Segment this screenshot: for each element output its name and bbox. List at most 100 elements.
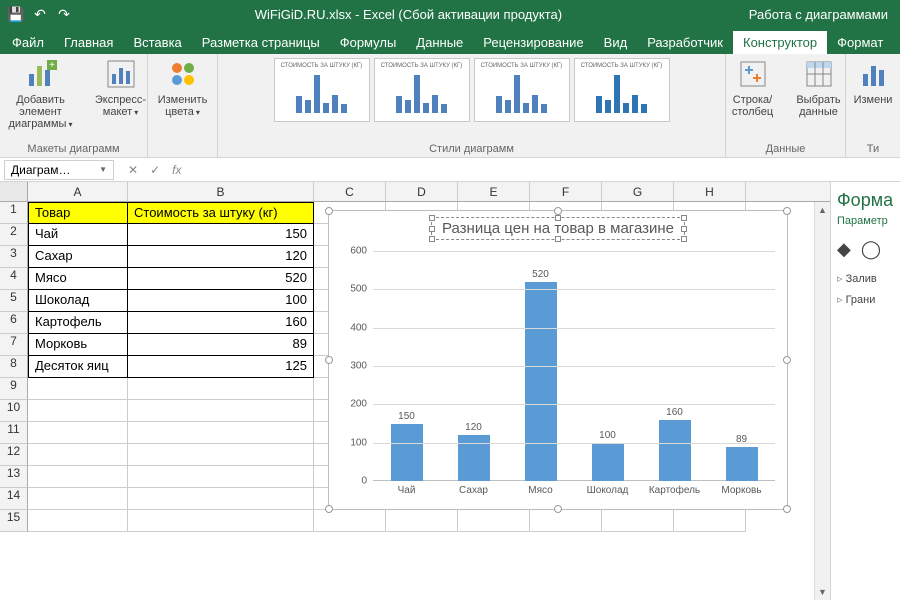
save-icon[interactable]: 💾 — [8, 6, 24, 22]
row-header[interactable]: 5 — [0, 290, 28, 312]
enter-icon[interactable]: ✓ — [150, 163, 160, 177]
tab-review[interactable]: Рецензирование — [473, 31, 593, 54]
cell[interactable] — [28, 378, 128, 400]
cell[interactable] — [28, 400, 128, 422]
row-header[interactable]: 1 — [0, 202, 28, 224]
tab-insert[interactable]: Вставка — [123, 31, 191, 54]
chart-bar[interactable] — [726, 447, 758, 481]
cell[interactable]: 89 — [128, 334, 314, 356]
col-header[interactable]: F — [530, 182, 602, 201]
cell[interactable]: Чай — [28, 224, 128, 246]
row-header[interactable]: 10 — [0, 400, 28, 422]
row-header[interactable]: 11 — [0, 422, 28, 444]
tab-file[interactable]: Файл — [2, 31, 54, 54]
row-header[interactable]: 15 — [0, 510, 28, 532]
effects-icon[interactable]: ◯ — [861, 239, 881, 260]
scroll-up-icon[interactable]: ▲ — [815, 202, 830, 218]
cell[interactable]: 150 — [128, 224, 314, 246]
chart-styles-gallery[interactable]: СТОИМОСТЬ ЗА ШТУКУ (КГ) СТОИМОСТЬ ЗА ШТУ… — [274, 58, 670, 122]
row-header[interactable]: 9 — [0, 378, 28, 400]
col-header[interactable]: D — [386, 182, 458, 201]
vertical-scrollbar[interactable]: ▲ ▼ — [814, 202, 830, 600]
cell[interactable] — [128, 378, 314, 400]
formula-input[interactable] — [197, 160, 900, 180]
name-box[interactable]: Диаграм…▼ — [4, 160, 114, 180]
cancel-icon[interactable]: ✕ — [128, 163, 138, 177]
select-all-corner[interactable] — [0, 182, 28, 201]
tab-design[interactable]: Конструктор — [733, 31, 827, 54]
chart-bar[interactable] — [391, 424, 423, 482]
cell[interactable]: Товар — [28, 202, 128, 224]
cell[interactable]: 125 — [128, 356, 314, 378]
tab-home[interactable]: Главная — [54, 31, 123, 54]
tab-data[interactable]: Данные — [406, 31, 473, 54]
col-header[interactable]: A — [28, 182, 128, 201]
scroll-down-icon[interactable]: ▼ — [815, 584, 830, 600]
task-item-fill[interactable]: Залив — [837, 272, 894, 285]
style-thumb-2[interactable]: СТОИМОСТЬ ЗА ШТУКУ (КГ) — [374, 58, 470, 122]
select-data-button[interactable]: Выбрать данные — [791, 58, 847, 118]
cell[interactable]: Десяток яиц — [28, 356, 128, 378]
change-chart-type-button[interactable]: Измени — [850, 58, 896, 106]
chart-bar[interactable] — [592, 443, 624, 481]
style-thumb-3[interactable]: СТОИМОСТЬ ЗА ШТУКУ (КГ) — [474, 58, 570, 122]
cell[interactable]: Стоимость за штуку (кг) — [128, 202, 314, 224]
col-header[interactable]: C — [314, 182, 386, 201]
cell[interactable]: 120 — [128, 246, 314, 268]
quick-layout-button[interactable]: Экспресс-макет — [93, 58, 149, 118]
cell[interactable] — [28, 488, 128, 510]
cell[interactable] — [28, 510, 128, 532]
col-header[interactable]: E — [458, 182, 530, 201]
add-chart-element-button[interactable]: + Добавить элемент диаграммы — [0, 58, 83, 130]
cell[interactable]: 520 — [128, 268, 314, 290]
cell[interactable]: 160 — [128, 312, 314, 334]
redo-icon[interactable]: ↷ — [56, 6, 72, 22]
col-header[interactable]: G — [602, 182, 674, 201]
cell[interactable] — [28, 444, 128, 466]
change-colors-button[interactable]: Изменить цвета — [155, 58, 211, 118]
tab-page-layout[interactable]: Разметка страницы — [192, 31, 330, 54]
cell[interactable] — [530, 510, 602, 532]
cell[interactable]: Картофель — [28, 312, 128, 334]
fx-icon[interactable]: fx — [172, 163, 187, 177]
chart-plot-area[interactable]: 150Чай120Сахар520Мясо100Шоколад160Картоф… — [373, 251, 775, 481]
switch-row-col-button[interactable]: Строка/столбец — [725, 58, 781, 118]
row-header[interactable]: 14 — [0, 488, 28, 510]
tab-developer[interactable]: Разработчик — [637, 31, 733, 54]
style-thumb-4[interactable]: СТОИМОСТЬ ЗА ШТУКУ (КГ) — [574, 58, 670, 122]
cell[interactable] — [128, 510, 314, 532]
style-thumb-1[interactable]: СТОИМОСТЬ ЗА ШТУКУ (КГ) — [274, 58, 370, 122]
row-header[interactable]: 12 — [0, 444, 28, 466]
cell[interactable] — [602, 510, 674, 532]
cell[interactable] — [128, 488, 314, 510]
row-header[interactable]: 7 — [0, 334, 28, 356]
cell[interactable]: 100 — [128, 290, 314, 312]
cell[interactable] — [458, 510, 530, 532]
cell[interactable] — [386, 510, 458, 532]
cell[interactable]: Шоколад — [28, 290, 128, 312]
cell[interactable]: Мясо — [28, 268, 128, 290]
cell[interactable] — [674, 510, 746, 532]
cell[interactable]: Морковь — [28, 334, 128, 356]
tab-view[interactable]: Вид — [594, 31, 638, 54]
cell[interactable] — [28, 422, 128, 444]
fill-icon[interactable]: ◆ — [837, 239, 851, 260]
format-task-pane[interactable]: Форма Параметр ◆ ◯ Залив Грани — [830, 182, 900, 600]
col-header[interactable]: H — [674, 182, 746, 201]
worksheet[interactable]: A B C D E F G H 1ТоварСтоимость за штуку… — [0, 182, 830, 600]
cell[interactable] — [128, 466, 314, 488]
tab-formulas[interactable]: Формулы — [330, 31, 407, 54]
chart-bar[interactable] — [659, 420, 691, 481]
row-header[interactable]: 8 — [0, 356, 28, 378]
col-header[interactable]: B — [128, 182, 314, 201]
chart-bar[interactable] — [525, 282, 557, 481]
cell[interactable]: Сахар — [28, 246, 128, 268]
cell[interactable] — [314, 510, 386, 532]
cell[interactable] — [128, 400, 314, 422]
row-header[interactable]: 3 — [0, 246, 28, 268]
row-header[interactable]: 6 — [0, 312, 28, 334]
tab-format[interactable]: Формат — [827, 31, 893, 54]
undo-icon[interactable]: ↶ — [32, 6, 48, 22]
row-header[interactable]: 13 — [0, 466, 28, 488]
cell[interactable] — [128, 444, 314, 466]
